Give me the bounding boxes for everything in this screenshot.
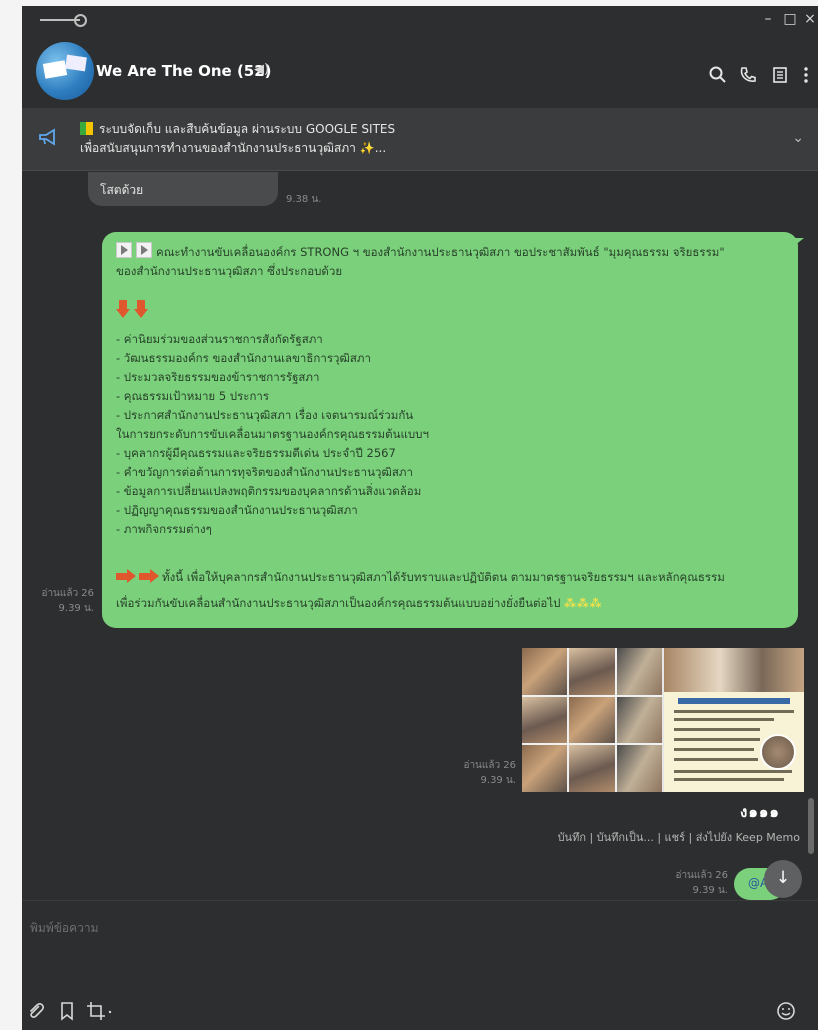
scroll-down-button[interactable]: ↓ xyxy=(764,860,802,898)
message-list-item: ในการยกระดับการขับเคลื่อนมาตรฐานองค์กรคุ… xyxy=(116,427,429,441)
message-intro-line2: ของสำนักงานประธานวุฒิสภา ซึ่งประกอบด้วย xyxy=(116,264,343,278)
announcement-line1: ระบบจัดเก็บ และสืบค้นข้อมูล ผ่านระบบ GOO… xyxy=(99,122,396,136)
group-avatar[interactable] xyxy=(36,42,94,100)
photo-actions[interactable]: บันทึก | บันทึกเป็น... | แชร์ | ส่งไปยัง… xyxy=(542,828,800,846)
message-list-item: - ปฏิญญาคุณธรรมของสำนักงานประธานวุฒิสภา xyxy=(116,503,358,517)
attach-icon[interactable] xyxy=(26,1001,46,1021)
minimize-button[interactable]: – xyxy=(760,11,776,27)
message-list-item: - บุคลากรผู้มีคุณธรรมและจริยธรรมดีเด่น ป… xyxy=(116,446,396,460)
title-bar: – □ × xyxy=(22,6,818,34)
bookmark-icon[interactable] xyxy=(58,1001,76,1021)
crop-icon[interactable] xyxy=(86,1001,116,1021)
infographic-photo[interactable] xyxy=(664,648,804,792)
more-icon[interactable] xyxy=(796,65,816,85)
message-list-item: - ข้อมูลการเปลี่ยนแปลงพฤติกรรมของบุคลากร… xyxy=(116,484,422,498)
read-receipt: อ่านแล้ว 26 9.39 น. xyxy=(675,870,728,896)
scrollbar[interactable] xyxy=(808,798,814,854)
sparkles-icon: ⁂⁂⁂ xyxy=(564,596,603,610)
message-input[interactable]: พิมพ์ข้อความ xyxy=(30,919,99,938)
message-list-item: - คำขวัญการต่อต้านการทุจริตของสำนักงานปร… xyxy=(116,465,413,479)
message-closing-line2: เพื่อร่วมกันขับเคลื่อนสำนักงานประธานวุฒิ… xyxy=(116,596,603,610)
close-button[interactable]: × xyxy=(802,11,818,27)
down-arrow-icon xyxy=(134,300,148,318)
message-list-item: - ประมวลจริยธรรมของข้าราชการรัฐสภา xyxy=(116,370,320,384)
message-intro-line1: คณะทำงานขับเคลื่อนองค์กร STRONG ฯ ของสำน… xyxy=(116,242,725,261)
beginner-leaf-icon xyxy=(80,122,93,135)
phone-icon[interactable] xyxy=(738,65,758,85)
sparkle-icon: ✨ xyxy=(359,141,375,155)
announcement-bar[interactable]: ระบบจัดเก็บ และสืบค้นข้อมูล ผ่านระบบ GOO… xyxy=(22,108,818,171)
reaction-dots: ง๑๑๑ xyxy=(740,803,780,821)
down-arrow-icon xyxy=(116,300,130,318)
message-list-item: - คุณธรรมเป้าหมาย 5 ประการ xyxy=(116,389,270,403)
message-closing-line1: ทั้งนี้ เพื่อให้บุคลากรสำนักงานประธานวุฒ… xyxy=(116,568,725,586)
play-button-icon xyxy=(116,242,132,258)
chat-window: – □ × We Are The One (52) ◀) ระบบจัดเก็บ… xyxy=(22,6,818,1030)
mute-icon: ◀) xyxy=(254,62,270,77)
activity-photo-collage[interactable] xyxy=(522,648,662,792)
message-list-item: - วัฒนธรรมองค์กร ของสำนักงานเลขาธิการวุฒ… xyxy=(116,351,371,365)
outgoing-message-bubble[interactable]: คณะทำงานขับเคลื่อนองค์กร STRONG ฯ ของสำน… xyxy=(102,232,804,628)
maximize-button[interactable]: □ xyxy=(782,11,798,27)
search-icon[interactable] xyxy=(708,65,728,85)
chat-header: We Are The One (52) ◀) xyxy=(22,34,818,108)
photo-attachment[interactable] xyxy=(522,648,804,792)
down-arrows xyxy=(116,300,152,323)
play-button-icon xyxy=(136,242,152,258)
read-receipt: อ่านแล้ว 26 9.39 น. xyxy=(41,588,94,614)
announcement-ellipsis: ... xyxy=(374,141,387,155)
right-arrow-icon xyxy=(139,569,159,583)
emoji-icon[interactable] xyxy=(776,1001,796,1021)
message-list-item: - ภาพกิจกรรมต่างๆ xyxy=(116,522,212,536)
megaphone-icon xyxy=(39,128,55,146)
announcement-line2: เพื่อสนับสนุนการทำงานของสำนักงานประธานวุ… xyxy=(80,141,356,155)
pin-dot-icon[interactable] xyxy=(74,14,87,27)
read-receipt: อ่านแล้ว 26 9.39 น. xyxy=(463,760,516,786)
message-list-item: - ค่านิยมร่วมของส่วนราชการสังกัดรัฐสภา xyxy=(116,332,323,346)
message-time: 9.38 น. xyxy=(286,194,322,205)
incoming-message-bubble[interactable]: โสตด้วย xyxy=(88,172,278,206)
notes-icon[interactable] xyxy=(770,65,790,85)
right-arrow-icon xyxy=(116,569,136,583)
chat-title[interactable]: We Are The One (52) xyxy=(96,62,272,80)
message-list-item: - ประกาศสำนักงานประธานวุฒิสภา เรื่อง เจต… xyxy=(116,408,414,422)
announcement-text: ระบบจัดเก็บ และสืบค้นข้อมูล ผ่านระบบ GOO… xyxy=(80,120,700,158)
message-text: โสตด้วย xyxy=(100,183,144,197)
chevron-down-icon[interactable]: ⌄ xyxy=(792,130,804,146)
message-composer[interactable]: พิมพ์ข้อความ xyxy=(22,900,818,1030)
